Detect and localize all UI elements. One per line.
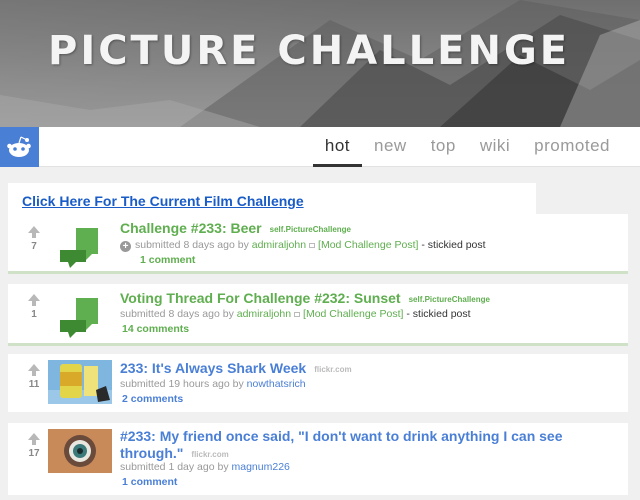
vote-column: 11: [22, 364, 46, 390]
post-author[interactable]: nowthatsrich: [247, 378, 306, 390]
self-post-icon[interactable]: [48, 228, 112, 272]
post-tagline: submitted 1 day ago by magnum226: [120, 461, 290, 473]
tab-top[interactable]: top: [419, 127, 468, 167]
header-banner: PICTURE CHALLENGE: [0, 0, 640, 127]
post-flair: [Mod Challenge Post]: [303, 308, 404, 320]
tab-hot[interactable]: hot: [312, 127, 362, 167]
post-domain[interactable]: self.PictureChallenge: [409, 295, 490, 304]
post-title-link[interactable]: 233: It's Always Shark Week flickr.com: [120, 360, 352, 376]
beer-bottle-photo[interactable]: [48, 360, 112, 404]
upvote-arrow-icon[interactable]: [28, 294, 40, 306]
expand-icon[interactable]: +: [120, 241, 131, 252]
stickied-label: - stickied post: [421, 239, 486, 251]
post-flair: [Mod Challenge Post]: [318, 239, 419, 251]
tab-new[interactable]: new: [362, 127, 419, 167]
post-title-link[interactable]: #233: My friend once said, "I don't want…: [120, 428, 563, 463]
tab-promoted[interactable]: promoted: [522, 127, 622, 167]
vote-column: 1: [22, 294, 46, 320]
subreddit-title: PICTURE CHALLENGE: [48, 28, 571, 74]
post-row: 11 233: It's Always Shark Week flickr.com…: [8, 354, 628, 412]
sort-tabs: hot new top wiki promoted: [312, 127, 622, 167]
post-score: 7: [31, 241, 37, 252]
post-title-link[interactable]: Challenge #233: Beer self.PictureChalleng…: [120, 220, 351, 236]
post-tagline: submitted 19 hours ago by nowthatsrich: [120, 378, 306, 390]
mod-icon: [294, 312, 301, 317]
upvote-arrow-icon[interactable]: [28, 433, 40, 445]
post-row: 7 Challenge #233: Beer self.PictureChalle…: [8, 214, 628, 274]
comments-link[interactable]: 2 comments: [122, 393, 183, 405]
post-domain[interactable]: flickr.com: [314, 365, 351, 374]
post-tagline: submitted 8 days ago by admiraljohn [Mod …: [120, 308, 471, 320]
post-author[interactable]: magnum226: [232, 461, 290, 473]
post-domain[interactable]: flickr.com: [191, 450, 228, 459]
post-author[interactable]: admiraljohn: [237, 308, 291, 320]
comments-link[interactable]: 1 comment: [140, 254, 195, 266]
post-score: 11: [28, 379, 40, 390]
announcement-box: Click Here For The Current Film Challeng…: [8, 183, 536, 215]
comments-link[interactable]: 14 comments: [122, 323, 189, 335]
post-row: 1 Voting Thread For Challenge #232: Suns…: [8, 284, 628, 346]
reddit-alien-icon[interactable]: [0, 127, 39, 167]
self-post-icon[interactable]: [48, 298, 112, 342]
post-author[interactable]: admiraljohn: [252, 239, 306, 251]
bottle-top-photo[interactable]: [48, 429, 112, 473]
upvote-arrow-icon[interactable]: [28, 364, 40, 376]
post-score: 1: [31, 309, 37, 320]
vote-column: 7: [22, 226, 46, 252]
post-domain[interactable]: self.PictureChallenge: [270, 225, 351, 234]
stickied-label: - stickied post: [406, 308, 471, 320]
comments-link[interactable]: 1 comment: [122, 476, 177, 488]
upvote-arrow-icon[interactable]: [28, 226, 40, 238]
mod-icon: [309, 243, 316, 248]
post-title-link[interactable]: Voting Thread For Challenge #232: Sunset…: [120, 290, 490, 306]
film-challenge-link[interactable]: Click Here For The Current Film Challeng…: [22, 193, 304, 209]
post-row: 17 #233: My friend once said, "I don't w…: [8, 423, 628, 495]
tab-wiki[interactable]: wiki: [468, 127, 522, 167]
vote-column: 17: [22, 433, 46, 459]
post-tagline: + submitted 8 days ago by admiraljohn [Mod…: [120, 239, 486, 252]
post-score: 17: [28, 448, 40, 459]
tab-bar: hot new top wiki promoted: [0, 127, 640, 167]
